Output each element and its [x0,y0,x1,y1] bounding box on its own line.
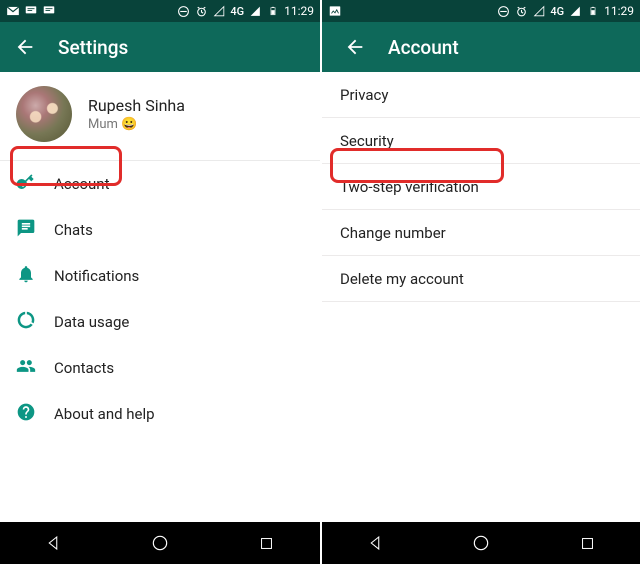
nav-recent-button[interactable] [576,532,598,554]
back-button[interactable] [14,36,36,58]
phone-settings: 4G 11:29 Settings Rupesh Sinha [0,0,320,564]
account-item-delete[interactable]: Delete my account [322,256,640,302]
message-icon-2 [42,4,56,18]
settings-item-label: Chats [54,221,93,239]
nav-home-button[interactable] [149,532,171,554]
nav-back-button[interactable] [42,532,64,554]
account-list: Privacy Security Two-step verification C… [322,72,640,522]
settings-item-account[interactable]: Account [0,161,320,207]
account-item-two-step[interactable]: Two-step verification [322,164,640,210]
page-title: Account [388,36,459,59]
settings-item-notifications[interactable]: Notifications [0,253,320,299]
android-nav-bar [0,522,320,564]
account-item-label: Privacy [340,86,388,104]
alarm-icon [194,4,208,18]
avatar [16,86,72,142]
nav-recent-button[interactable] [256,532,278,554]
settings-item-about[interactable]: About and help [0,391,320,437]
profile-status: Mum 😀 [88,117,185,132]
settings-item-label: Data usage [54,313,129,331]
settings-item-label: Contacts [54,359,114,377]
dnd-icon [176,4,190,18]
message-icon [24,4,38,18]
account-item-security[interactable]: Security [322,118,640,164]
help-icon [16,402,36,426]
battery-icon [266,4,280,18]
signal-empty-icon [532,4,546,18]
network-label: 4G [550,5,564,18]
key-icon [16,172,36,196]
data-usage-icon [16,310,36,334]
status-bar: 4G 11:29 [0,0,320,22]
signal-icon [248,4,262,18]
gmail-icon [6,4,20,18]
profile-row[interactable]: Rupesh Sinha Mum 😀 [0,72,320,161]
app-bar: Settings [0,22,320,72]
bell-icon [16,264,36,288]
battery-icon [586,4,600,18]
phone-account: 4G 11:29 Account Privacy Secu [320,0,640,564]
account-item-label: Two-step verification [340,178,479,196]
nav-home-button[interactable] [470,532,492,554]
android-nav-bar [322,522,640,564]
account-item-change-number[interactable]: Change number [322,210,640,256]
profile-name: Rupesh Sinha [88,96,185,115]
settings-item-chats[interactable]: Chats [0,207,320,253]
account-item-label: Security [340,132,394,150]
settings-item-data-usage[interactable]: Data usage [0,299,320,345]
settings-item-label: Account [54,175,110,193]
back-button[interactable] [344,36,366,58]
network-label: 4G [230,5,244,18]
status-bar: 4G 11:29 [322,0,640,22]
clock: 11:29 [604,4,634,18]
account-item-privacy[interactable]: Privacy [322,72,640,118]
signal-icon [568,4,582,18]
account-item-label: Delete my account [340,270,464,288]
app-bar: Account [322,22,640,72]
chat-icon [16,218,36,242]
account-item-label: Change number [340,224,446,242]
settings-item-label: About and help [54,405,155,423]
settings-list: Account Chats Notifications Data usage [0,161,320,522]
page-title: Settings [58,36,128,59]
clock: 11:29 [284,4,314,18]
settings-item-label: Notifications [54,267,139,285]
contacts-icon [16,356,36,380]
settings-item-contacts[interactable]: Contacts [0,345,320,391]
dnd-icon [496,4,510,18]
image-icon [328,4,342,18]
signal-empty-icon [212,4,226,18]
alarm-icon [514,4,528,18]
nav-back-button[interactable] [364,532,386,554]
